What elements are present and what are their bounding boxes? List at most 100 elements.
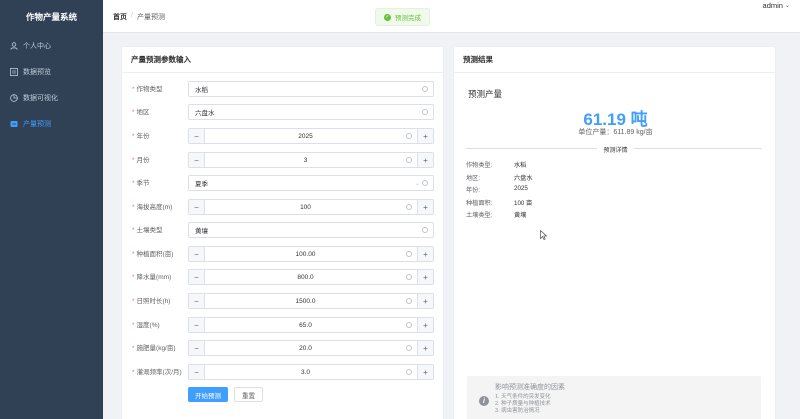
irrigation-stepper[interactable]: −3.0 + <box>188 364 434 380</box>
year-stepper[interactable]: −2025 + <box>188 128 434 144</box>
clear-icon[interactable] <box>422 109 428 115</box>
plus-icon[interactable]: + <box>417 270 433 284</box>
info-tip: 3. 病虫害防治情况 <box>495 408 540 414</box>
accuracy-info-box: i 影响预测准确度的因素 1. 天气条件的突发变化 2. 种子质量与种植技术 3… <box>467 376 761 419</box>
sidebar-item-label: 数据预览 <box>23 69 51 76</box>
minus-icon[interactable]: − <box>189 365 205 379</box>
minus-icon[interactable]: − <box>189 318 205 332</box>
required-mark: * <box>132 204 135 211</box>
start-prediction-button[interactable]: 开始预测 <box>188 387 228 402</box>
user-menu[interactable]: admin ⌄ <box>763 1 790 10</box>
prediction-result-card: 预测结果 预测产量 61.19 吨 单位产量：611.89 kg/亩 预测详情 … <box>453 46 776 419</box>
required-mark: * <box>132 157 135 164</box>
field-label-text: 灌溉频率(次/月) <box>136 369 182 376</box>
fertilizer-stepper[interactable]: −20.0 + <box>188 340 434 356</box>
soil-type-select[interactable]: 黄壤 <box>188 222 434 238</box>
field-label: * 季节 <box>132 179 150 188</box>
plus-icon[interactable]: + <box>417 153 433 167</box>
field-label: * 海拔高度(m) <box>132 203 172 212</box>
info-tip: 1. 天气条件的突发变化 <box>495 394 551 400</box>
sunshine-value[interactable]: 1500.0 <box>205 298 406 305</box>
precipitation-stepper[interactable]: −800.0 + <box>188 269 434 285</box>
minus-icon[interactable]: − <box>189 153 205 167</box>
clear-icon[interactable] <box>406 204 412 210</box>
minus-icon[interactable]: − <box>189 129 205 143</box>
mouse-cursor-icon <box>540 229 548 242</box>
clear-icon[interactable] <box>422 227 428 233</box>
detail-key: 地区: <box>466 174 481 182</box>
detail-row: 年份: 2025 <box>466 185 533 198</box>
plus-icon[interactable]: + <box>417 294 433 308</box>
plus-icon[interactable]: + <box>417 129 433 143</box>
detail-key: 种植面积: <box>466 199 493 207</box>
plus-icon[interactable]: + <box>417 200 433 214</box>
clear-icon[interactable] <box>406 157 412 163</box>
user-icon <box>10 42 18 50</box>
year-value[interactable]: 2025 <box>205 133 406 140</box>
detail-value: 100 亩 <box>514 199 533 207</box>
plus-icon[interactable]: + <box>417 365 433 379</box>
clear-icon[interactable] <box>406 345 412 351</box>
field-label-text: 种植面积(亩) <box>136 251 174 258</box>
humidity-stepper[interactable]: −65.0 + <box>188 317 434 333</box>
reset-button[interactable]: 重置 <box>234 387 263 402</box>
season-select[interactable]: 夏季 ⌄ <box>188 175 434 191</box>
clear-icon[interactable] <box>406 369 412 375</box>
area-value[interactable]: 100.00 <box>205 251 406 258</box>
clear-icon[interactable] <box>422 180 428 186</box>
sidebar-item-prediction[interactable]: 产量预测 <box>0 111 103 137</box>
fertilizer-value[interactable]: 20.0 <box>205 345 406 352</box>
result-subtitle: 预测产量 <box>468 89 503 99</box>
clear-icon[interactable] <box>406 322 412 328</box>
region-value: 六盘水 <box>195 110 215 117</box>
required-mark: * <box>132 86 135 93</box>
clear-icon[interactable] <box>406 133 412 139</box>
region-select[interactable]: 六盘水 <box>188 104 434 120</box>
field-label-text: 湿度(%) <box>136 322 160 329</box>
field-label-text: 月份 <box>136 157 150 164</box>
sidebar-item-visualization[interactable]: 数据可视化 <box>0 85 103 111</box>
sidebar-item-profile[interactable]: 个人中心 <box>0 33 103 59</box>
predict-icon <box>10 120 18 128</box>
sunshine-stepper[interactable]: −1500.0 + <box>188 293 434 309</box>
form-row-humidity: * 湿度(%) −65.0 + <box>122 317 445 333</box>
irrigation-value[interactable]: 3.0 <box>205 369 406 376</box>
form-actions: 开始预测 重置 <box>188 387 263 402</box>
altitude-stepper[interactable]: −100 + <box>188 199 434 215</box>
plus-icon[interactable]: + <box>417 341 433 355</box>
clear-icon[interactable] <box>406 274 412 280</box>
field-label: * 降水量(mm) <box>132 273 171 282</box>
form-row-irrigation: * 灌溉频率(次/月) −3.0 + <box>122 364 445 380</box>
minus-icon[interactable]: − <box>189 270 205 284</box>
crop-type-select[interactable]: 水稻 <box>188 81 434 97</box>
precipitation-value[interactable]: 800.0 <box>205 274 406 281</box>
area-stepper[interactable]: −100.00 + <box>188 246 434 262</box>
minus-icon[interactable]: − <box>189 341 205 355</box>
minus-icon[interactable]: − <box>189 247 205 261</box>
humidity-value[interactable]: 65.0 <box>205 322 406 329</box>
prediction-form-card: 产量预测参数输入 * 作物类型 水稻 * 地区 六盘水 * 年份 −2025 + * 月份… <box>121 46 444 419</box>
month-value[interactable]: 3 <box>205 157 406 164</box>
minus-icon[interactable]: − <box>189 200 205 214</box>
minus-icon[interactable]: − <box>189 294 205 308</box>
altitude-value[interactable]: 100 <box>205 204 406 211</box>
field-label-text: 日照时长(h) <box>136 298 171 305</box>
plus-icon[interactable]: + <box>417 318 433 332</box>
field-label-text: 作物类型 <box>136 86 163 93</box>
form-row-year: * 年份 −2025 + <box>122 128 445 144</box>
detail-row: 土壤类型: 黄壤 <box>466 210 533 223</box>
breadcrumb-separator: / <box>131 12 133 19</box>
info-title: 影响预测准确度的因素 <box>495 384 565 391</box>
form-row-area: * 种植面积(亩) −100.00 + <box>122 246 445 262</box>
month-stepper[interactable]: −3 + <box>188 152 434 168</box>
plus-icon[interactable]: + <box>417 247 433 261</box>
form-row-fertilizer: * 施肥量(kg/亩) −20.0 + <box>122 340 445 356</box>
required-mark: * <box>132 298 135 305</box>
breadcrumb-current: 产量预测 <box>136 14 165 21</box>
sidebar-item-data-preview[interactable]: 数据预览 <box>0 59 103 85</box>
clear-icon[interactable] <box>406 251 412 257</box>
breadcrumb-home[interactable]: 首页 <box>113 12 127 22</box>
detail-row: 种植面积: 100 亩 <box>466 198 533 211</box>
clear-icon[interactable] <box>422 86 428 92</box>
clear-icon[interactable] <box>406 298 412 304</box>
